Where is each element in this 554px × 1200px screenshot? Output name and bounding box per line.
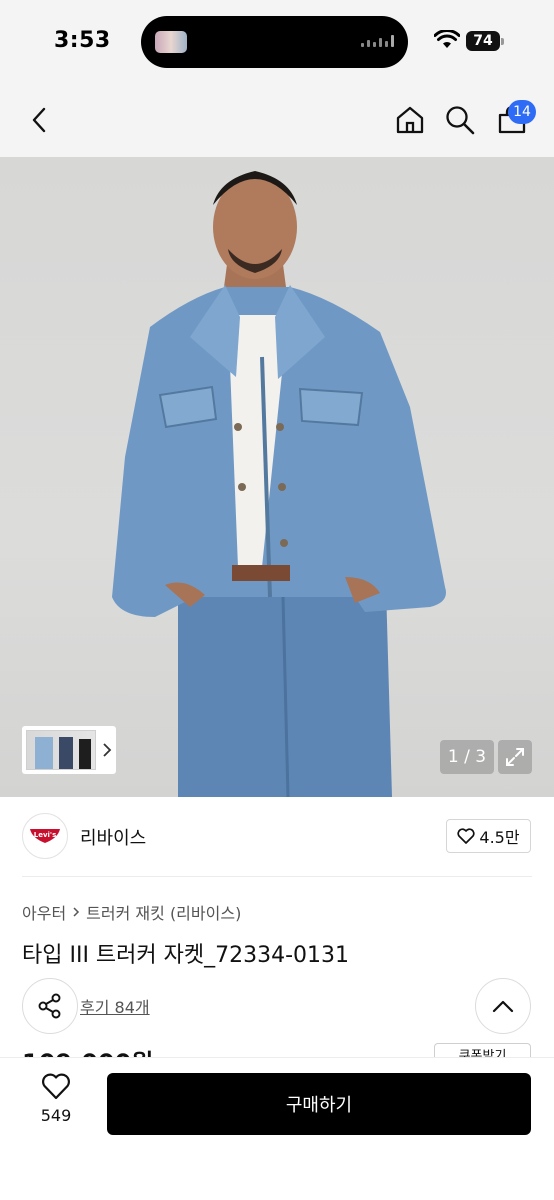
battery-indicator: 74: [466, 31, 500, 51]
chevron-up-icon: [492, 1000, 514, 1013]
home-button[interactable]: [392, 102, 428, 138]
status-time: 3:53: [54, 28, 111, 53]
product-image[interactable]: [0, 157, 554, 797]
brand-logo[interactable]: Levi's: [22, 813, 68, 859]
chevron-left-icon: [32, 107, 46, 133]
wishlist-button[interactable]: 549: [22, 1072, 90, 1136]
svg-text:Levi's: Levi's: [34, 831, 56, 839]
chevron-right-icon: [103, 743, 112, 757]
expand-icon: [506, 748, 524, 766]
product-title: 타입 III 트러커 자켓_72334-0131: [22, 943, 350, 968]
brand-like-button[interactable]: 4.5만: [446, 819, 531, 853]
share-icon: [38, 993, 61, 1019]
wifi-icon: [433, 29, 461, 54]
search-button[interactable]: [442, 102, 478, 138]
reviews-link[interactable]: 후기 84개: [80, 994, 150, 1018]
levis-logo: Levi's: [30, 829, 60, 843]
image-page-counter: 1 / 3: [440, 740, 494, 774]
brand-name[interactable]: 리바이스: [80, 824, 146, 850]
battery-tip: [501, 38, 504, 45]
search-icon: [446, 106, 475, 135]
now-playing-thumbnail: [155, 31, 187, 53]
top-navigation: [0, 82, 554, 157]
gallery-thumbnail[interactable]: [26, 730, 96, 770]
breadcrumb-category[interactable]: 아우터: [22, 900, 66, 924]
product-price: 109,000원: [22, 1043, 153, 1057]
home-icon: [396, 106, 424, 134]
heart-icon: [42, 1073, 70, 1100]
dynamic-island: [141, 16, 408, 68]
breadcrumb: 아우터 트러커 재킷 (리바이스): [22, 900, 241, 924]
coupon-button[interactable]: 쿠폰받기: [434, 1043, 531, 1057]
model-denim-jacket-photo: [112, 171, 446, 797]
divider: [22, 876, 532, 877]
audio-bars-icon: [361, 35, 394, 47]
cart-count-badge: 14: [508, 100, 536, 124]
thumbnail-strip[interactable]: [22, 726, 116, 774]
buy-button[interactable]: 구매하기: [107, 1073, 531, 1135]
share-button[interactable]: [22, 978, 78, 1034]
back-button[interactable]: [22, 102, 58, 138]
wishlist-count: 549: [40, 1106, 72, 1125]
brand-like-count: 4.5만: [479, 828, 520, 847]
scroll-to-top-button[interactable]: [475, 978, 531, 1034]
fullscreen-button[interactable]: [498, 740, 532, 774]
heart-icon: [457, 828, 475, 844]
status-bar: 3:53 74: [0, 0, 554, 82]
chevron-right-icon: [73, 907, 80, 917]
breadcrumb-subcategory[interactable]: 트러커 재킷 (리바이스): [86, 900, 241, 924]
